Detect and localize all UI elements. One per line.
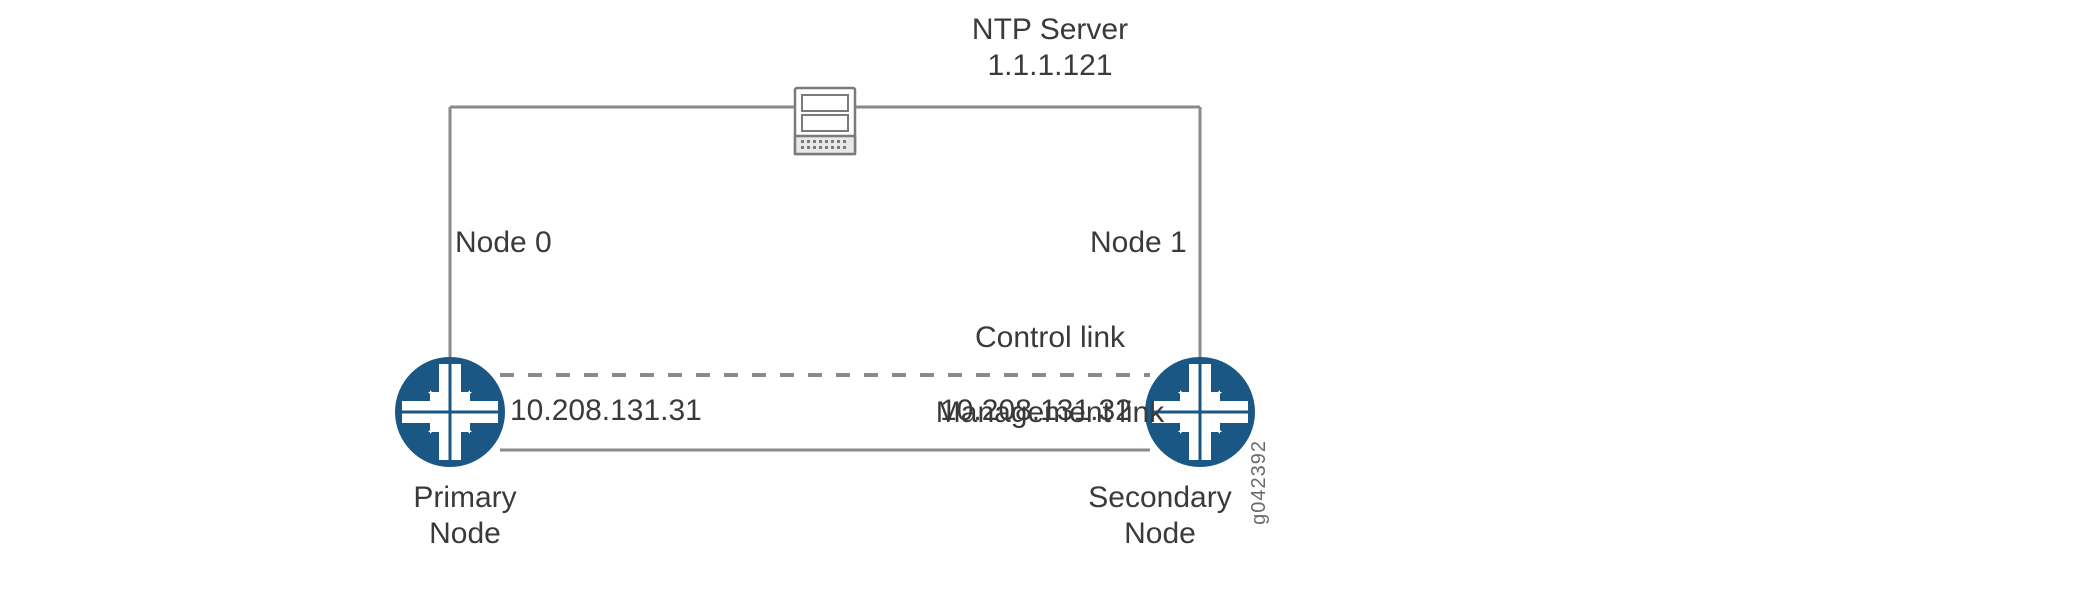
- ntp-server-icon: [795, 88, 855, 154]
- node0-label: Node 0: [455, 225, 552, 261]
- ntp-server-ip: 1.1.1.121: [987, 48, 1112, 84]
- node1-mgmt-ip: 10.208.131.32: [940, 393, 1132, 429]
- secondary-role-line2: Node: [1124, 517, 1196, 550]
- figure-id: g042392: [1248, 440, 1271, 525]
- ntp-server-title: NTP Server: [972, 12, 1128, 48]
- node1-label: Node 1: [1090, 225, 1187, 261]
- secondary-role-line1: Secondary: [1088, 481, 1231, 514]
- node0-mgmt-ip: 10.208.131.31: [510, 393, 702, 429]
- primary-role-line2: Node: [429, 517, 501, 550]
- control-link-label: Control link: [975, 320, 1125, 356]
- primary-role-line1: Primary: [413, 481, 516, 514]
- primary-node-router-icon: [395, 357, 505, 467]
- secondary-node-role: Secondary Node: [1080, 480, 1240, 552]
- network-topology-diagram: NTP Server 1.1.1.121 Node 0 Node 1 Contr…: [0, 0, 2100, 597]
- primary-node-role: Primary Node: [405, 480, 525, 552]
- diagram-svg: [0, 0, 2100, 597]
